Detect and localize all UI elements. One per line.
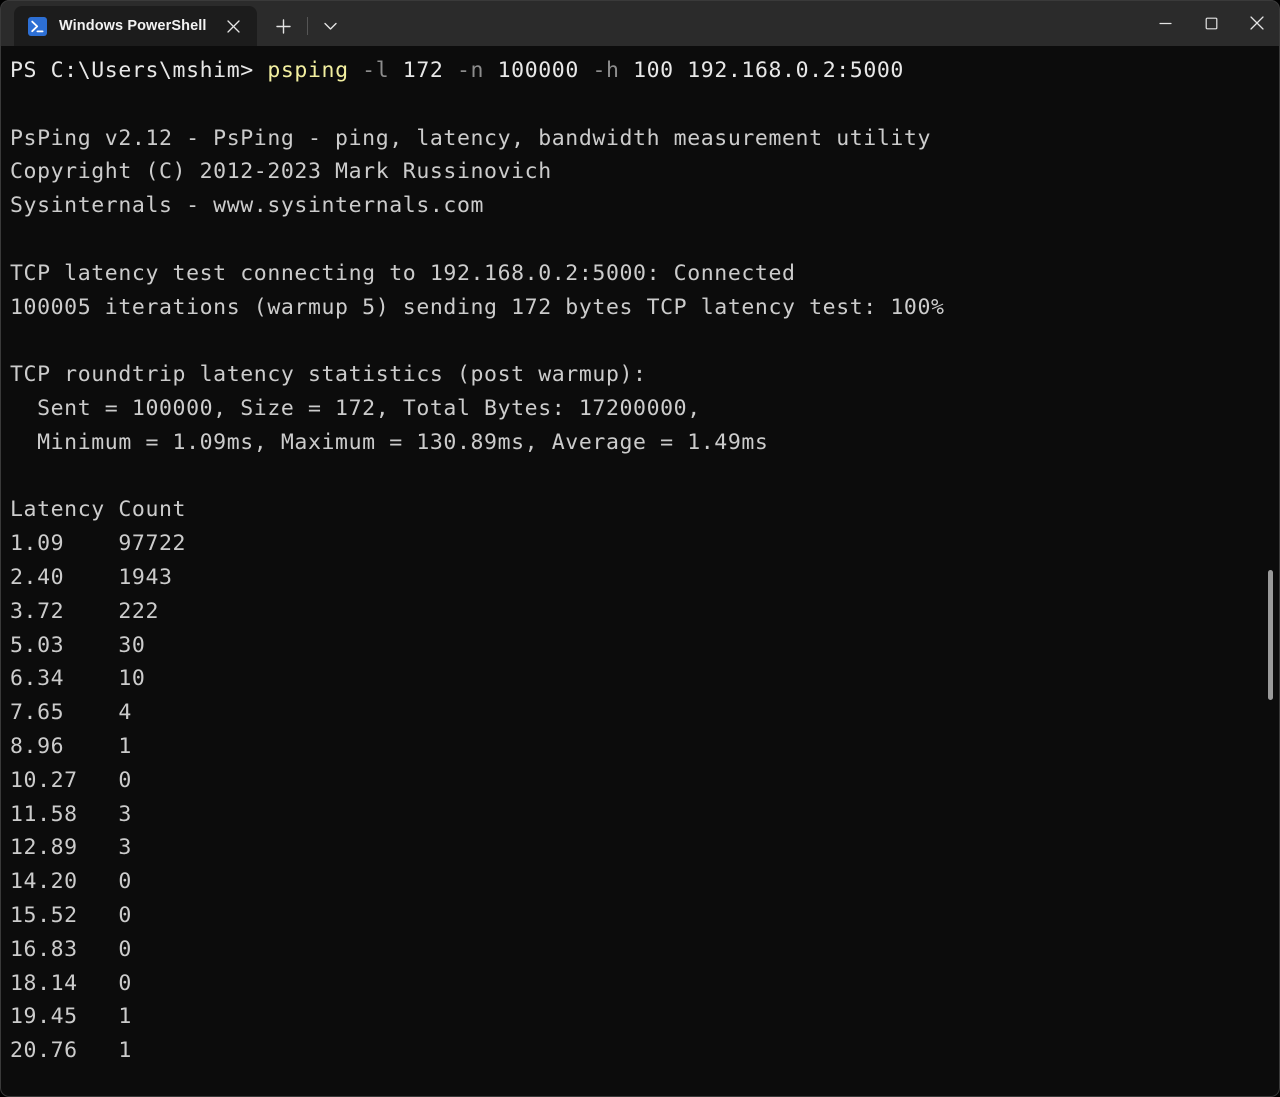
histogram-latency: 10.27 xyxy=(10,767,119,793)
histogram-latency: 12.89 xyxy=(10,835,119,861)
histogram-count: 0 xyxy=(118,902,132,928)
chevron-down-icon xyxy=(324,22,337,30)
histogram-latency: 16.83 xyxy=(10,936,119,962)
histogram-row: 16.83 0 xyxy=(10,933,1280,967)
histogram-row: 8.96 1 xyxy=(10,730,1280,764)
tab-dropdown-button[interactable] xyxy=(314,6,348,46)
banner-line-1: PsPing v2.12 - PsPing - ping, latency, b… xyxy=(10,125,931,151)
stats-heading: TCP roundtrip latency statistics (post w… xyxy=(10,362,647,388)
histogram-rows: 1.09 97722 2.40 1943 3.72 222 5.03 30 6.34 1… xyxy=(10,527,1280,1068)
histogram-row: 14.20 0 xyxy=(10,865,1280,899)
histogram-row: 15.52 0 xyxy=(10,899,1280,933)
tab-strip: Windows PowerShell xyxy=(0,0,348,46)
histogram-count: 3 xyxy=(118,835,132,861)
histogram-row: 1.09 97722 xyxy=(10,527,1280,561)
histogram-latency: 2.40 xyxy=(10,564,119,590)
command-name: psping xyxy=(267,58,349,83)
close-icon xyxy=(1250,16,1264,30)
banner-line-2: Copyright (C) 2012-2023 Mark Russinovich xyxy=(10,159,552,185)
terminal-output[interactable]: PS C:\Users\mshim> psping -l 172 -n 1000… xyxy=(0,46,1280,1097)
connection-line: TCP latency test connecting to 192.168.0… xyxy=(10,260,796,286)
histogram-count: 1943 xyxy=(118,564,173,590)
powershell-icon xyxy=(28,16,47,36)
new-tab-button[interactable] xyxy=(267,6,301,46)
banner-line-3: Sysinternals - www.sysinternals.com xyxy=(10,193,485,219)
histogram-count: 0 xyxy=(118,869,132,895)
iterations-line: 100005 iterations (warmup 5) sending 172… xyxy=(10,294,945,320)
flag-n: -n xyxy=(456,58,485,83)
histogram-row: 5.03 30 xyxy=(10,629,1280,663)
minimize-icon xyxy=(1158,22,1172,24)
minimize-button[interactable] xyxy=(1142,0,1188,46)
histogram-row: 10.27 0 xyxy=(10,764,1280,798)
histogram-count: 3 xyxy=(118,801,132,827)
histogram-latency: 1.09 xyxy=(10,531,119,557)
histogram-row: 12.89 3 xyxy=(10,831,1280,865)
histogram-count: 4 xyxy=(118,700,132,726)
title-bar: Windows PowerShell xyxy=(0,0,1280,46)
shell-prompt: PS C:\Users\mshim> xyxy=(10,58,268,83)
histogram-row: 18.14 0 xyxy=(10,967,1280,1001)
histogram-latency: 19.45 xyxy=(10,1004,119,1030)
powershell-window: Windows PowerShell PS C:\Users\mshim> ps… xyxy=(0,0,1280,1097)
tab-windows-powershell[interactable]: Windows PowerShell xyxy=(14,6,257,46)
histogram-row: 20.76 1 xyxy=(10,1034,1280,1068)
histogram-latency: 6.34 xyxy=(10,666,119,692)
histogram-row: 19.45 1 xyxy=(10,1000,1280,1034)
tab-separator xyxy=(306,17,308,35)
histogram-latency: 8.96 xyxy=(10,733,119,759)
close-icon[interactable] xyxy=(221,13,247,39)
histogram-row: 11.58 3 xyxy=(10,798,1280,832)
prompt-line: PS C:\Users\mshim> psping -l 172 -n 1000… xyxy=(10,54,1280,88)
histogram-count: 97722 xyxy=(118,531,187,557)
histogram-row: 2.40 1943 xyxy=(10,561,1280,595)
stats-minmax-line: Minimum = 1.09ms, Maximum = 130.89ms, Av… xyxy=(10,429,769,455)
plus-icon xyxy=(276,18,291,34)
scrollbar-thumb[interactable] xyxy=(1268,570,1273,700)
histogram-count: 0 xyxy=(118,936,132,962)
histogram-latency: 11.58 xyxy=(10,801,119,827)
close-button[interactable] xyxy=(1234,0,1280,46)
histogram-latency: 20.76 xyxy=(10,1038,119,1064)
histogram-count: 10 xyxy=(118,666,146,692)
maximize-icon xyxy=(1205,17,1217,29)
window-controls xyxy=(1142,0,1280,46)
flag-l: -l xyxy=(362,58,390,83)
scrollbar[interactable] xyxy=(1264,46,1278,1097)
stats-sent-line: Sent = 100000, Size = 172, Total Bytes: … xyxy=(10,395,701,421)
histogram-latency: 5.03 xyxy=(10,632,119,658)
histogram-count: 1 xyxy=(118,1038,132,1064)
histogram-count: 30 xyxy=(118,632,146,658)
tab-title: Windows PowerShell xyxy=(59,18,207,34)
histogram-row: 7.65 4 xyxy=(10,696,1280,730)
histogram-row: 6.34 10 xyxy=(10,662,1280,696)
histogram-latency: 7.65 xyxy=(10,700,119,726)
histogram-latency: 3.72 xyxy=(10,598,119,624)
histogram-count: 0 xyxy=(118,970,132,996)
histogram-count: 1 xyxy=(118,1004,132,1030)
histogram-count: 1 xyxy=(118,733,132,759)
histogram-header: Latency Count xyxy=(10,497,187,523)
histogram-latency: 14.20 xyxy=(10,869,119,895)
command-args: -l 172 -n 100000 -h 100 192.168.0.2:5000 xyxy=(362,58,904,83)
histogram-latency: 15.52 xyxy=(10,902,119,928)
histogram-latency: 18.14 xyxy=(10,970,119,996)
flag-h: -h xyxy=(592,58,620,83)
histogram-count: 0 xyxy=(118,767,132,793)
maximize-button[interactable] xyxy=(1188,0,1234,46)
histogram-count: 222 xyxy=(118,598,159,624)
histogram-row: 3.72 222 xyxy=(10,595,1280,629)
